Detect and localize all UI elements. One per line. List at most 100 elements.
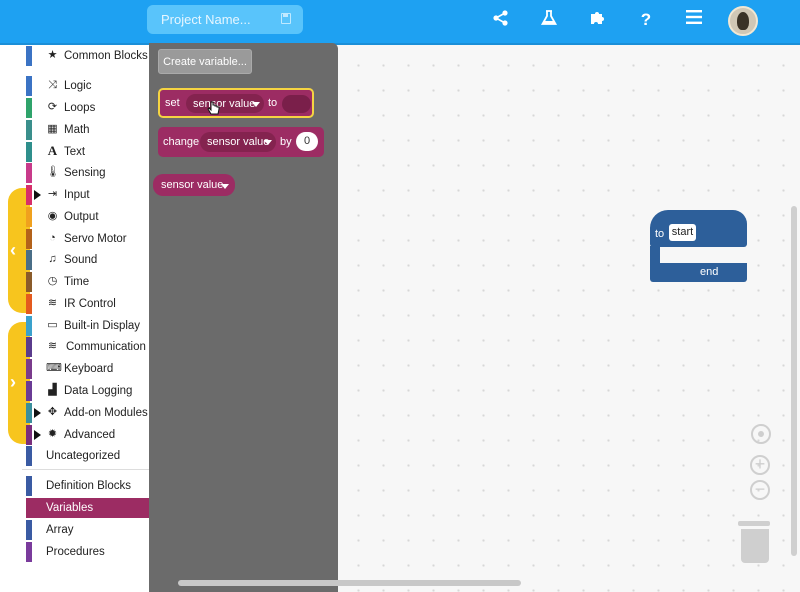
category-color-bar <box>26 163 32 183</box>
category-add-on-modules[interactable]: ✥ Add-on Modules <box>26 403 149 423</box>
category-color-bar <box>26 381 32 401</box>
category-sidebar: ‹ › ★ Common Blocks ⤨ Logic ⟳ Loops ▦ Math A… <box>0 45 149 592</box>
sign-in-icon: ⇥ <box>47 188 58 200</box>
variable-name: sensor value <box>193 98 256 110</box>
category-label: Input <box>64 189 90 201</box>
user-avatar[interactable] <box>728 6 758 36</box>
text-icon: A <box>47 143 58 158</box>
category-color-bar <box>26 207 32 227</box>
category-label: Servo Motor <box>64 233 127 245</box>
gear-icon: ✹ <box>47 428 58 440</box>
category-math[interactable]: ▦ Math <box>26 120 149 140</box>
category-time[interactable]: ◷ Time <box>26 272 149 292</box>
category-loops[interactable]: ⟳ Loops <box>26 98 149 118</box>
procedure-name-field[interactable]: start <box>669 224 696 241</box>
procedure-end-label: end <box>700 266 719 278</box>
category-variables[interactable]: Variables <box>26 498 149 518</box>
category-color-bar <box>26 446 32 466</box>
trash-lid-icon <box>738 521 770 526</box>
category-logic[interactable]: ⤨ Logic <box>26 76 149 96</box>
category-input[interactable]: ⇥ Input <box>26 185 149 205</box>
category-ir-control[interactable]: ≋ IR Control <box>26 294 149 314</box>
expand-arrow-icon[interactable] <box>34 430 41 440</box>
set-keyword: set <box>165 97 180 109</box>
variable-dropdown[interactable]: sensor value <box>200 132 276 152</box>
keyboard-icon: ⌨ <box>46 362 62 374</box>
dot-circle-icon: ◉ <box>47 210 58 222</box>
blocks-workspace[interactable] <box>338 45 800 592</box>
zoom-in-icon[interactable]: + <box>750 455 770 475</box>
vertical-scrollbar[interactable] <box>791 206 797 556</box>
expand-arrow-icon[interactable] <box>34 408 41 418</box>
category-sound[interactable]: ♫ Sound <box>26 250 149 270</box>
procedure-block-start[interactable]: to start <box>650 210 747 247</box>
expand-arrow-icon[interactable] <box>34 190 41 200</box>
category-data-logging[interactable]: ▟ Data Logging <box>26 381 149 401</box>
category-label: Math <box>64 124 90 136</box>
horizontal-scrollbar[interactable] <box>178 580 521 586</box>
category-label: Array <box>46 524 74 536</box>
trash-icon[interactable] <box>741 529 769 563</box>
procedure-block-end: end <box>650 263 747 282</box>
category-label: Definition Blocks <box>46 480 132 492</box>
change-variable-block[interactable]: change sensor value by 0 <box>158 127 324 157</box>
variable-name: sensor value <box>161 179 224 191</box>
category-procedures[interactable]: Procedures <box>26 542 149 562</box>
amount-input[interactable]: 0 <box>296 132 318 151</box>
category-array[interactable]: Array <box>26 520 149 540</box>
category-text[interactable]: A Text <box>26 142 149 162</box>
share-icon[interactable] <box>490 9 512 31</box>
recenter-icon[interactable] <box>751 424 771 444</box>
variable-getter-block[interactable]: sensor value <box>153 174 235 196</box>
category-servo-motor[interactable]: ◔ Servo Motor <box>26 229 149 249</box>
category-label: Variables <box>46 502 94 514</box>
category-color-bar <box>26 185 32 205</box>
category-label: Common Blocks <box>64 50 148 62</box>
category-color-bar <box>26 46 32 66</box>
value-input-slot[interactable] <box>282 95 311 113</box>
category-color-bar <box>26 498 32 518</box>
category-output[interactable]: ◉ Output <box>26 207 149 227</box>
category-label: Keyboard <box>64 363 114 375</box>
menu-icon[interactable] <box>683 9 705 31</box>
save-icon[interactable] <box>281 13 291 24</box>
puzzle-icon[interactable] <box>586 9 608 31</box>
category-color-bar <box>26 272 32 292</box>
set-variable-block[interactable]: set sensor value to <box>158 88 314 118</box>
category-label: Built-in Display <box>64 320 141 332</box>
category-color-bar <box>26 425 32 445</box>
category-advanced[interactable]: ✹ Advanced <box>26 425 149 445</box>
category-built-in-display[interactable]: ▭ Built-in Display <box>26 316 149 336</box>
category-color-bar <box>26 316 32 336</box>
category-label: Output <box>64 211 99 223</box>
category-label: Add-on Modules <box>64 407 148 419</box>
sidebar-divider <box>22 469 149 470</box>
category-label: Sound <box>64 254 98 266</box>
display-icon: ▭ <box>47 319 58 331</box>
help-icon[interactable]: ? <box>635 9 657 31</box>
procedure-block-arm <box>650 246 660 264</box>
category-common-blocks[interactable]: ★ Common Blocks <box>26 46 149 66</box>
category-keyboard[interactable]: ⌨ Keyboard <box>26 359 149 379</box>
by-keyword: by <box>280 136 292 148</box>
variable-dropdown[interactable]: sensor value <box>186 94 264 113</box>
category-label: Text <box>64 146 86 158</box>
chevron-down-icon <box>221 184 229 189</box>
flask-icon[interactable] <box>538 9 560 31</box>
category-color-bar <box>26 476 32 496</box>
category-communication[interactable]: ≋ Communication <box>26 337 149 357</box>
category-sensing[interactable]: 🌡 Sensing <box>26 163 149 183</box>
project-name-field[interactable]: Project Name... <box>147 5 303 34</box>
category-uncategorized[interactable]: Uncategorized <box>26 446 149 466</box>
category-definition-blocks[interactable]: Definition Blocks <box>26 476 149 496</box>
servo-icon: ◔ <box>49 232 56 244</box>
thermometer-icon: 🌡 <box>46 166 60 178</box>
category-color-bar <box>26 250 32 270</box>
zoom-out-icon[interactable]: − <box>750 480 770 500</box>
create-variable-button[interactable]: Create variable... <box>158 49 252 74</box>
category-color-bar <box>26 403 32 423</box>
top-bar: Project Name... ? <box>0 0 800 45</box>
chart-icon: ▟ <box>48 384 57 396</box>
category-label: IR Control <box>64 298 116 310</box>
category-label: Logic <box>64 80 92 92</box>
